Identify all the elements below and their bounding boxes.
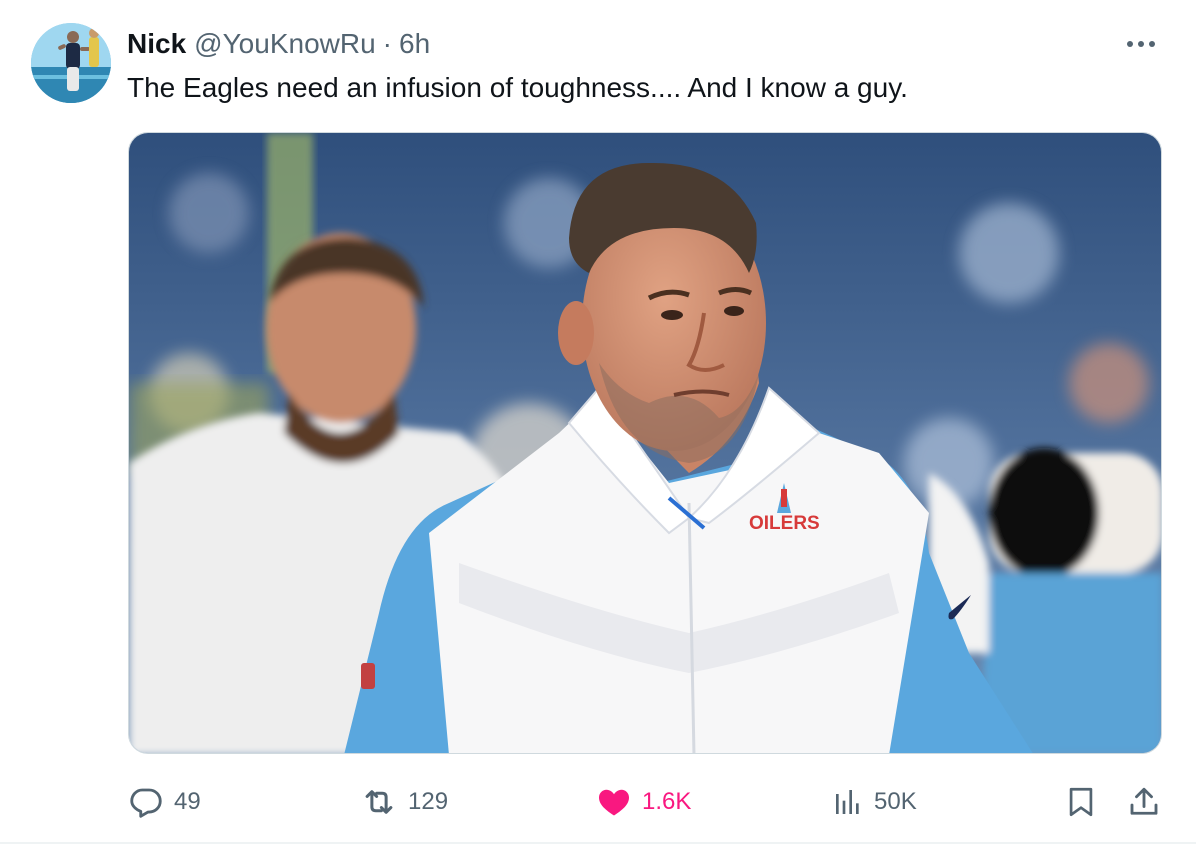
retweet-icon [365, 790, 393, 814]
separator-dot: · [382, 28, 392, 59]
like-count: 1.6K [642, 788, 692, 815]
tweet-text: The Eagles need an infusion of toughness… [127, 72, 908, 103]
more-options-button[interactable] [1120, 26, 1162, 62]
share-button[interactable] [1126, 780, 1162, 824]
view-count: 50K [874, 788, 917, 815]
share-icon [1130, 787, 1158, 815]
author-name[interactable]: Nick [127, 28, 186, 60]
heart-filled-icon [599, 789, 629, 816]
tweet-photo[interactable]: OILERS [128, 132, 1162, 754]
avatar[interactable] [31, 23, 111, 103]
author-handle[interactable]: @YouKnowRu [194, 28, 376, 60]
photo-coach-on-field: OILERS [129, 133, 1161, 753]
oilers-logo-text: OILERS [749, 513, 820, 534]
avatar-photo [31, 23, 111, 103]
retweet-button[interactable]: 129 [360, 780, 448, 824]
tweet-card[interactable]: Nick @YouKnowRu · 6h The Eagles need an … [0, 0, 1196, 844]
reply-button[interactable]: 49 [128, 780, 201, 824]
reply-count: 49 [174, 788, 201, 815]
tweet-header: Nick @YouKnowRu · 6h [127, 24, 430, 64]
retweet-count: 129 [408, 788, 449, 815]
tweet-actions: 49 129 1.6K 50K [0, 780, 1196, 824]
like-button[interactable]: 1.6K [596, 780, 691, 824]
more-horizontal-icon [1127, 41, 1155, 47]
reply-icon [130, 788, 162, 818]
views-button[interactable]: 50K [832, 780, 917, 824]
views-bar-chart-icon [836, 790, 859, 814]
timestamp[interactable]: 6h [399, 28, 430, 60]
bookmark-icon [1069, 787, 1093, 817]
bookmark-button[interactable] [1064, 780, 1098, 824]
